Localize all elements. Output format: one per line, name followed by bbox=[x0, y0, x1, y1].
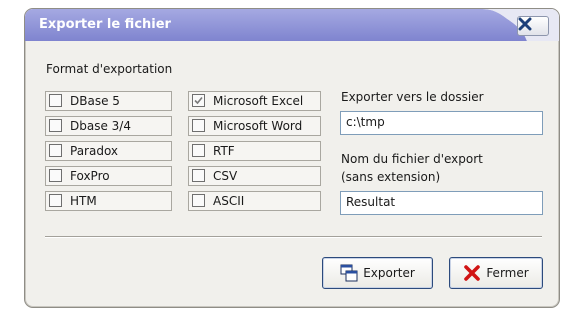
checkbox-paradox[interactable] bbox=[49, 144, 62, 157]
option-csv[interactable]: CSV bbox=[188, 166, 321, 186]
export-dialog: Exporter le fichier Format d'exportation… bbox=[24, 8, 560, 308]
option-label: FoxPro bbox=[70, 169, 110, 183]
option-foxpro[interactable]: FoxPro bbox=[45, 166, 172, 186]
checkbox-foxpro[interactable] bbox=[49, 169, 62, 182]
option-label: DBase 5 bbox=[70, 94, 120, 108]
checkbox-dbase5[interactable] bbox=[49, 94, 62, 107]
checkbox-dbase34[interactable] bbox=[49, 119, 62, 132]
export-filename-label-line2: (sans extension) bbox=[341, 170, 441, 184]
option-label: HTM bbox=[70, 194, 97, 208]
title-bar[interactable]: Exporter le fichier bbox=[25, 9, 559, 41]
checkbox-rtf[interactable] bbox=[192, 144, 205, 157]
option-microsoft-word[interactable]: Microsoft Word bbox=[188, 116, 321, 136]
export-button[interactable]: Exporter bbox=[322, 257, 433, 289]
option-ascii[interactable]: ASCII bbox=[188, 191, 321, 211]
option-rtf[interactable]: RTF bbox=[188, 141, 321, 161]
fermer-button[interactable]: Fermer bbox=[449, 257, 543, 289]
red-x-icon bbox=[464, 265, 481, 281]
format-section-label: Format d'exportation bbox=[46, 62, 173, 76]
option-paradox[interactable]: Paradox bbox=[45, 141, 172, 161]
checkbox-microsoft-word[interactable] bbox=[192, 119, 205, 132]
fermer-button-label: Fermer bbox=[486, 266, 529, 280]
divider bbox=[45, 236, 542, 238]
checkbox-microsoft-excel[interactable] bbox=[192, 94, 205, 107]
option-microsoft-excel[interactable]: Microsoft Excel bbox=[188, 91, 321, 111]
dialog-title: Exporter le fichier bbox=[39, 17, 171, 32]
option-label: Dbase 3/4 bbox=[70, 119, 131, 133]
close-button[interactable] bbox=[517, 16, 549, 36]
checkmark-icon bbox=[194, 96, 203, 105]
export-folder-input[interactable]: c:\tmp bbox=[340, 111, 543, 135]
checkbox-ascii[interactable] bbox=[192, 194, 205, 207]
option-label: CSV bbox=[213, 169, 238, 183]
option-htm[interactable]: HTM bbox=[45, 191, 172, 211]
export-button-label: Exporter bbox=[363, 266, 415, 280]
option-label: Microsoft Excel bbox=[213, 94, 304, 108]
close-x-icon bbox=[518, 17, 532, 31]
option-label: Microsoft Word bbox=[213, 119, 303, 133]
export-filename-input[interactable]: Resultat bbox=[340, 191, 543, 215]
export-folder-label: Exporter vers le dossier bbox=[341, 90, 484, 104]
option-label: Paradox bbox=[70, 144, 119, 158]
checkbox-csv[interactable] bbox=[192, 169, 205, 182]
option-dbase34[interactable]: Dbase 3/4 bbox=[45, 116, 172, 136]
export-filename-label-line1: Nom du fichier d'export bbox=[341, 152, 483, 166]
option-label: ASCII bbox=[213, 194, 245, 208]
export-window-icon bbox=[340, 264, 358, 282]
option-dbase5[interactable]: DBase 5 bbox=[45, 91, 172, 111]
checkbox-htm[interactable] bbox=[49, 194, 62, 207]
option-label: RTF bbox=[213, 144, 235, 158]
